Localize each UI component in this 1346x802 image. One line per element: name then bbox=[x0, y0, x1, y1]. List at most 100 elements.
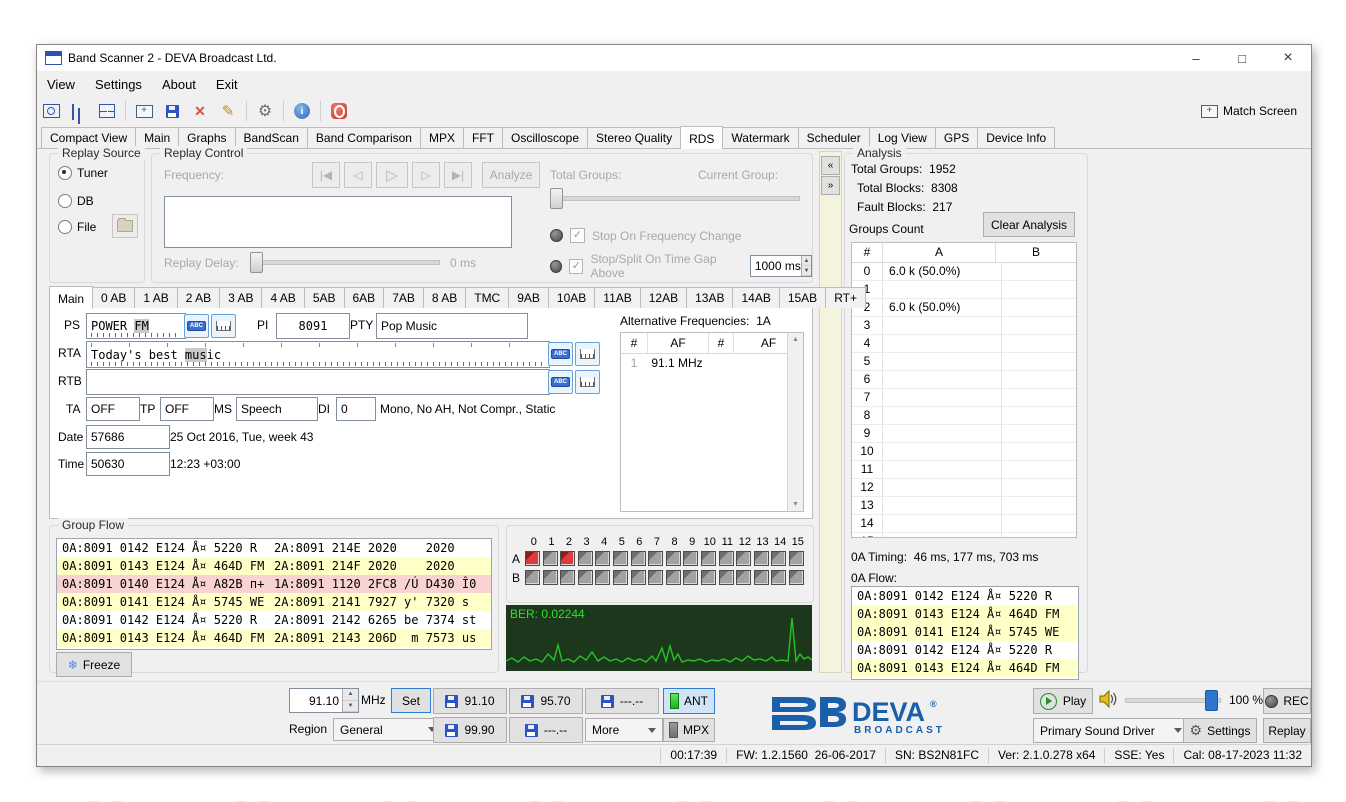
set-button[interactable]: Set bbox=[391, 688, 431, 713]
match-screen-button[interactable]: + Match Screen bbox=[1195, 102, 1303, 120]
ps-ruler-button[interactable] bbox=[211, 314, 236, 338]
open-file-button[interactable] bbox=[112, 214, 138, 238]
group-flow-row[interactable]: 0A:8091 0143 E124 Å¤ 464D FM2A:8091 214F… bbox=[57, 557, 491, 575]
cascade-windows-icon[interactable] bbox=[66, 99, 92, 123]
radio-tuner[interactable]: Tuner bbox=[58, 166, 108, 180]
rta-charset-button[interactable]: ABC bbox=[548, 342, 573, 366]
radio-db[interactable]: DB bbox=[58, 194, 94, 208]
rds-subtab-0-ab[interactable]: 0 AB bbox=[92, 287, 135, 308]
date-field[interactable]: 57686 bbox=[86, 425, 170, 449]
sound-driver-dropdown[interactable]: Primary Sound Driver bbox=[1033, 718, 1189, 743]
ps-charset-button[interactable]: ABC bbox=[184, 314, 209, 338]
group-flow-row[interactable]: 0A:8091 0141 E124 Å¤ 5745 WE2A:8091 2141… bbox=[57, 593, 491, 611]
rds-subtab-4-ab[interactable]: 4 AB bbox=[261, 287, 304, 308]
group-flow-list[interactable]: 0A:8091 0142 E124 Å¤ 5220 R2A:8091 214E … bbox=[56, 538, 492, 650]
replay-delay-slider[interactable] bbox=[250, 252, 440, 271]
tab-compact-view[interactable]: Compact View bbox=[41, 127, 136, 148]
ps-field[interactable]: POWER FM bbox=[86, 313, 186, 339]
tab-log-view[interactable]: Log View bbox=[869, 127, 936, 148]
ta-field[interactable]: OFF bbox=[86, 397, 140, 421]
rds-subtab-11ab[interactable]: 11AB bbox=[594, 287, 640, 308]
time-gap-input[interactable]: 1000 ms ▲▼ bbox=[750, 255, 812, 277]
next-icon[interactable]: ▷ bbox=[412, 162, 440, 188]
rds-subtab-rt+[interactable]: RT+ bbox=[825, 287, 866, 308]
af-table[interactable]: # AF # AF 1 91.1 MHz ▲▼ bbox=[620, 332, 804, 512]
rec-button[interactable]: REC bbox=[1263, 688, 1311, 714]
delete-icon[interactable]: ✕ bbox=[187, 99, 213, 123]
settings-gear-icon[interactable]: ⚙ bbox=[252, 99, 278, 123]
minimize-button[interactable]: – bbox=[1173, 45, 1219, 71]
skip-last-icon[interactable]: ▶| bbox=[444, 162, 472, 188]
menu-view[interactable]: View bbox=[37, 73, 85, 96]
rds-subtab-1-ab[interactable]: 1 AB bbox=[134, 287, 177, 308]
tp-field[interactable]: OFF bbox=[160, 397, 214, 421]
tab-gps[interactable]: GPS bbox=[935, 127, 978, 148]
tab-stereo-quality[interactable]: Stereo Quality bbox=[587, 127, 681, 148]
rtb-charset-button[interactable]: ABC bbox=[548, 370, 573, 394]
compact-view-icon[interactable] bbox=[38, 99, 64, 123]
tab-watermark[interactable]: Watermark bbox=[722, 127, 798, 148]
replay-button[interactable]: Replay bbox=[1263, 718, 1311, 743]
analyze-button[interactable]: Analyze bbox=[482, 162, 540, 188]
tile-windows-icon[interactable] bbox=[94, 99, 120, 123]
ms-field[interactable]: Speech bbox=[236, 397, 318, 421]
collapse-left-button[interactable]: « bbox=[821, 156, 840, 175]
analysis-flow-list[interactable]: 0A:8091 0142 E124 Å¤ 5220 R0A:8091 0143 … bbox=[851, 586, 1079, 680]
preset-button-5[interactable]: ---.-- bbox=[509, 717, 583, 743]
tab-band-comparison[interactable]: Band Comparison bbox=[307, 127, 421, 148]
rds-subtab-13ab[interactable]: 13AB bbox=[686, 287, 733, 308]
rds-subtab-6ab[interactable]: 6AB bbox=[344, 287, 385, 308]
rta-field[interactable]: Today's best music bbox=[86, 341, 550, 368]
group-flow-row[interactable]: 0A:8091 0142 E124 Å¤ 5220 R2A:8091 214E … bbox=[57, 539, 491, 557]
rtb-ruler-button[interactable] bbox=[575, 370, 600, 394]
af-scrollbar[interactable]: ▲▼ bbox=[787, 333, 803, 511]
replay-file-listbox[interactable] bbox=[164, 196, 512, 248]
skip-first-icon[interactable]: |◀ bbox=[312, 162, 340, 188]
tab-mpx[interactable]: MPX bbox=[420, 127, 464, 148]
tab-device-info[interactable]: Device Info bbox=[977, 127, 1055, 148]
power-icon[interactable] bbox=[326, 99, 352, 123]
prev-icon[interactable]: ◁ bbox=[344, 162, 372, 188]
pi-field[interactable]: 8091 bbox=[276, 313, 350, 339]
di-field[interactable]: 0 bbox=[336, 397, 376, 421]
stop-frequency-checkbox[interactable]: ✓ bbox=[570, 228, 585, 243]
tab-graphs[interactable]: Graphs bbox=[178, 127, 235, 148]
region-dropdown[interactable]: General bbox=[333, 718, 443, 741]
stop-gap-checkbox[interactable]: ✓ bbox=[569, 259, 583, 274]
rds-subtab-12ab[interactable]: 12AB bbox=[640, 287, 687, 308]
rds-subtab-main[interactable]: Main bbox=[49, 286, 93, 309]
frequency-input[interactable]: 91.10 ▲▼ bbox=[289, 688, 359, 713]
rtb-field[interactable] bbox=[86, 369, 550, 395]
expand-right-button[interactable]: » bbox=[821, 176, 840, 195]
tab-fft[interactable]: FFT bbox=[463, 127, 503, 148]
pty-field[interactable]: Pop Music bbox=[376, 313, 528, 339]
frequency-spinner[interactable]: ▲▼ bbox=[342, 689, 358, 712]
groups-count-table[interactable]: # A B 06.0 k (50.0%)126.0 k (50.0%)34567… bbox=[851, 242, 1077, 538]
menu-settings[interactable]: Settings bbox=[85, 73, 152, 96]
more-dropdown[interactable]: More bbox=[585, 718, 663, 742]
ant-button[interactable]: ANT bbox=[663, 688, 715, 714]
close-button[interactable]: × bbox=[1265, 45, 1311, 71]
preset-button-3[interactable]: ---.-- bbox=[585, 688, 659, 714]
time-field[interactable]: 50630 bbox=[86, 452, 170, 476]
clear-analysis-button[interactable]: Clear Analysis bbox=[983, 212, 1075, 237]
save-icon[interactable] bbox=[159, 99, 185, 123]
rds-subtab-9ab[interactable]: 9AB bbox=[508, 287, 549, 308]
group-flow-row[interactable]: 0A:8091 0140 E124 Å¤ A82B п+1A:8091 1120… bbox=[57, 575, 491, 593]
mpx-button[interactable]: MPX bbox=[663, 718, 715, 742]
af-row[interactable]: 1 91.1 MHz bbox=[621, 354, 803, 373]
group-flow-row[interactable]: 0A:8091 0143 E124 Å¤ 464D FM2A:8091 2143… bbox=[57, 629, 491, 647]
freeze-button[interactable]: ❄ Freeze bbox=[56, 652, 132, 677]
rds-subtab-10ab[interactable]: 10AB bbox=[548, 287, 595, 308]
group-position-slider[interactable] bbox=[550, 188, 800, 207]
rds-subtab-7ab[interactable]: 7AB bbox=[383, 287, 424, 308]
rds-subtab-3-ab[interactable]: 3 AB bbox=[219, 287, 262, 308]
rds-subtab-8-ab[interactable]: 8 AB bbox=[423, 287, 466, 308]
info-icon[interactable]: i bbox=[289, 99, 315, 123]
tab-scheduler[interactable]: Scheduler bbox=[798, 127, 870, 148]
rds-subtab-2-ab[interactable]: 2 AB bbox=[177, 287, 220, 308]
panel-splitter[interactable]: « » bbox=[819, 151, 842, 673]
rds-subtab-15ab[interactable]: 15AB bbox=[779, 287, 826, 308]
menu-exit[interactable]: Exit bbox=[206, 73, 248, 96]
time-gap-spinner[interactable]: ▲▼ bbox=[801, 256, 811, 276]
